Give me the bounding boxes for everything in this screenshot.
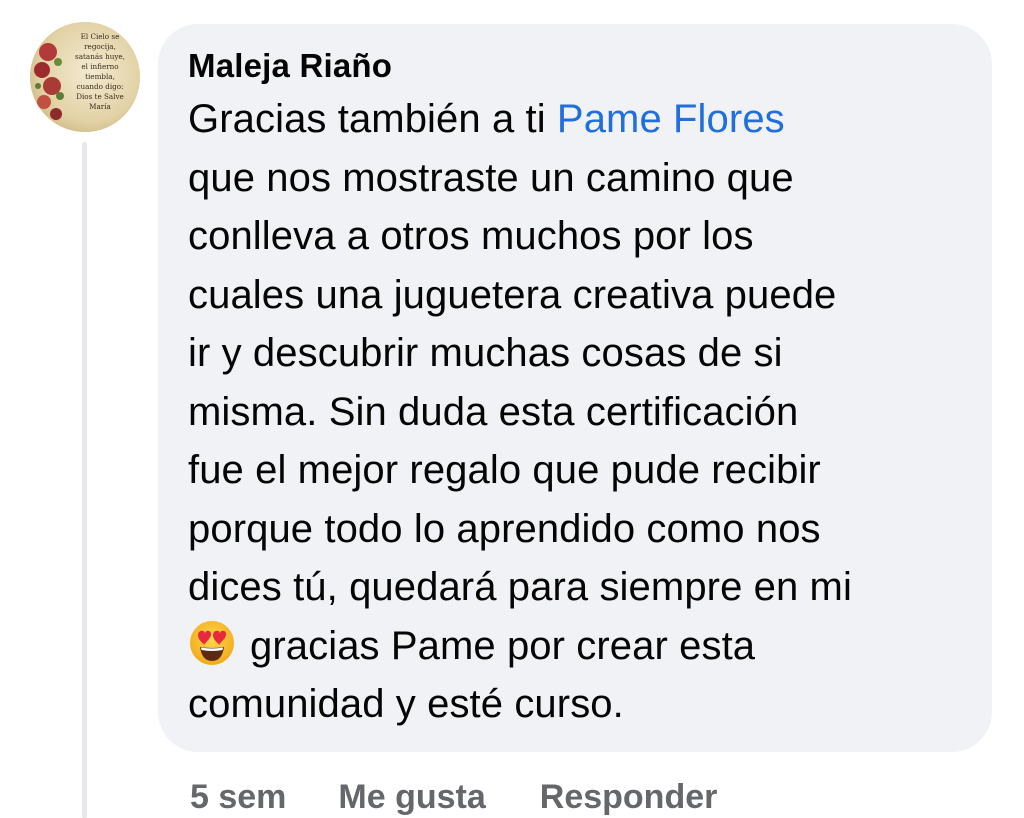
avatar-image: El Cielo se regocija, satanás huye, el i…	[30, 22, 140, 132]
comment-line: Gracias también a ti Pame Flores	[188, 90, 978, 149]
comment-author[interactable]: Maleja Riaño	[188, 46, 962, 86]
comment-line: fue el mejor regalo que pude recibir	[188, 448, 821, 492]
svg-text:El Cielo se: El Cielo se	[81, 32, 120, 41]
svg-text:regocija,: regocija,	[84, 42, 116, 51]
svg-text:tiembla,: tiembla,	[85, 72, 115, 81]
svg-text:María: María	[89, 102, 111, 111]
comment-actions: 5 sem Me gusta Responder	[190, 772, 717, 818]
svg-text:el infierno: el infierno	[81, 62, 118, 71]
reply-button[interactable]: Responder	[540, 772, 718, 818]
comment-bubble: Maleja Riaño Gracias también a ti Pame F…	[158, 24, 992, 752]
svg-text:satanás huye,: satanás huye,	[75, 52, 125, 61]
comment-line: conlleva a otros muchos por los	[188, 214, 754, 258]
comment-line-text: gracias Pame por crear esta	[250, 623, 756, 668]
avatar[interactable]: El Cielo se regocija, satanás huye, el i…	[30, 22, 140, 132]
thread-line	[82, 142, 87, 818]
mention-link[interactable]: Pame Flores	[557, 97, 785, 141]
comment-line: misma. Sin duda esta certificación	[188, 389, 799, 434]
comment-line: que nos mostraste un camino que	[188, 155, 794, 200]
comment-line: porque todo lo aprendido como nos	[188, 506, 821, 551]
comment-line-text: Gracias también a ti	[188, 97, 557, 141]
svg-text:cuando digo:: cuando digo:	[76, 82, 123, 91]
comment-timestamp[interactable]: 5 sem	[190, 772, 286, 818]
comment-line: ir y descubrir muchas cosas de si	[188, 331, 783, 375]
comment-body: Gracias también a ti Pame Flores que nos…	[188, 90, 978, 734]
comment-line: comunidad y esté curso.	[188, 682, 624, 726]
comment-thread: El Cielo se regocija, satanás huye, el i…	[0, 0, 1024, 818]
comment-line: dices tú, quedará para siempre en mi	[188, 565, 852, 609]
comment-line: cuales una juguetera creativa puede	[188, 272, 837, 317]
heart-eyes-emoji-icon	[188, 619, 236, 667]
comment-line: gracias Pame por crear esta	[188, 617, 978, 676]
svg-text:Dios te Salve: Dios te Salve	[76, 92, 124, 101]
like-button[interactable]: Me gusta	[338, 772, 485, 818]
